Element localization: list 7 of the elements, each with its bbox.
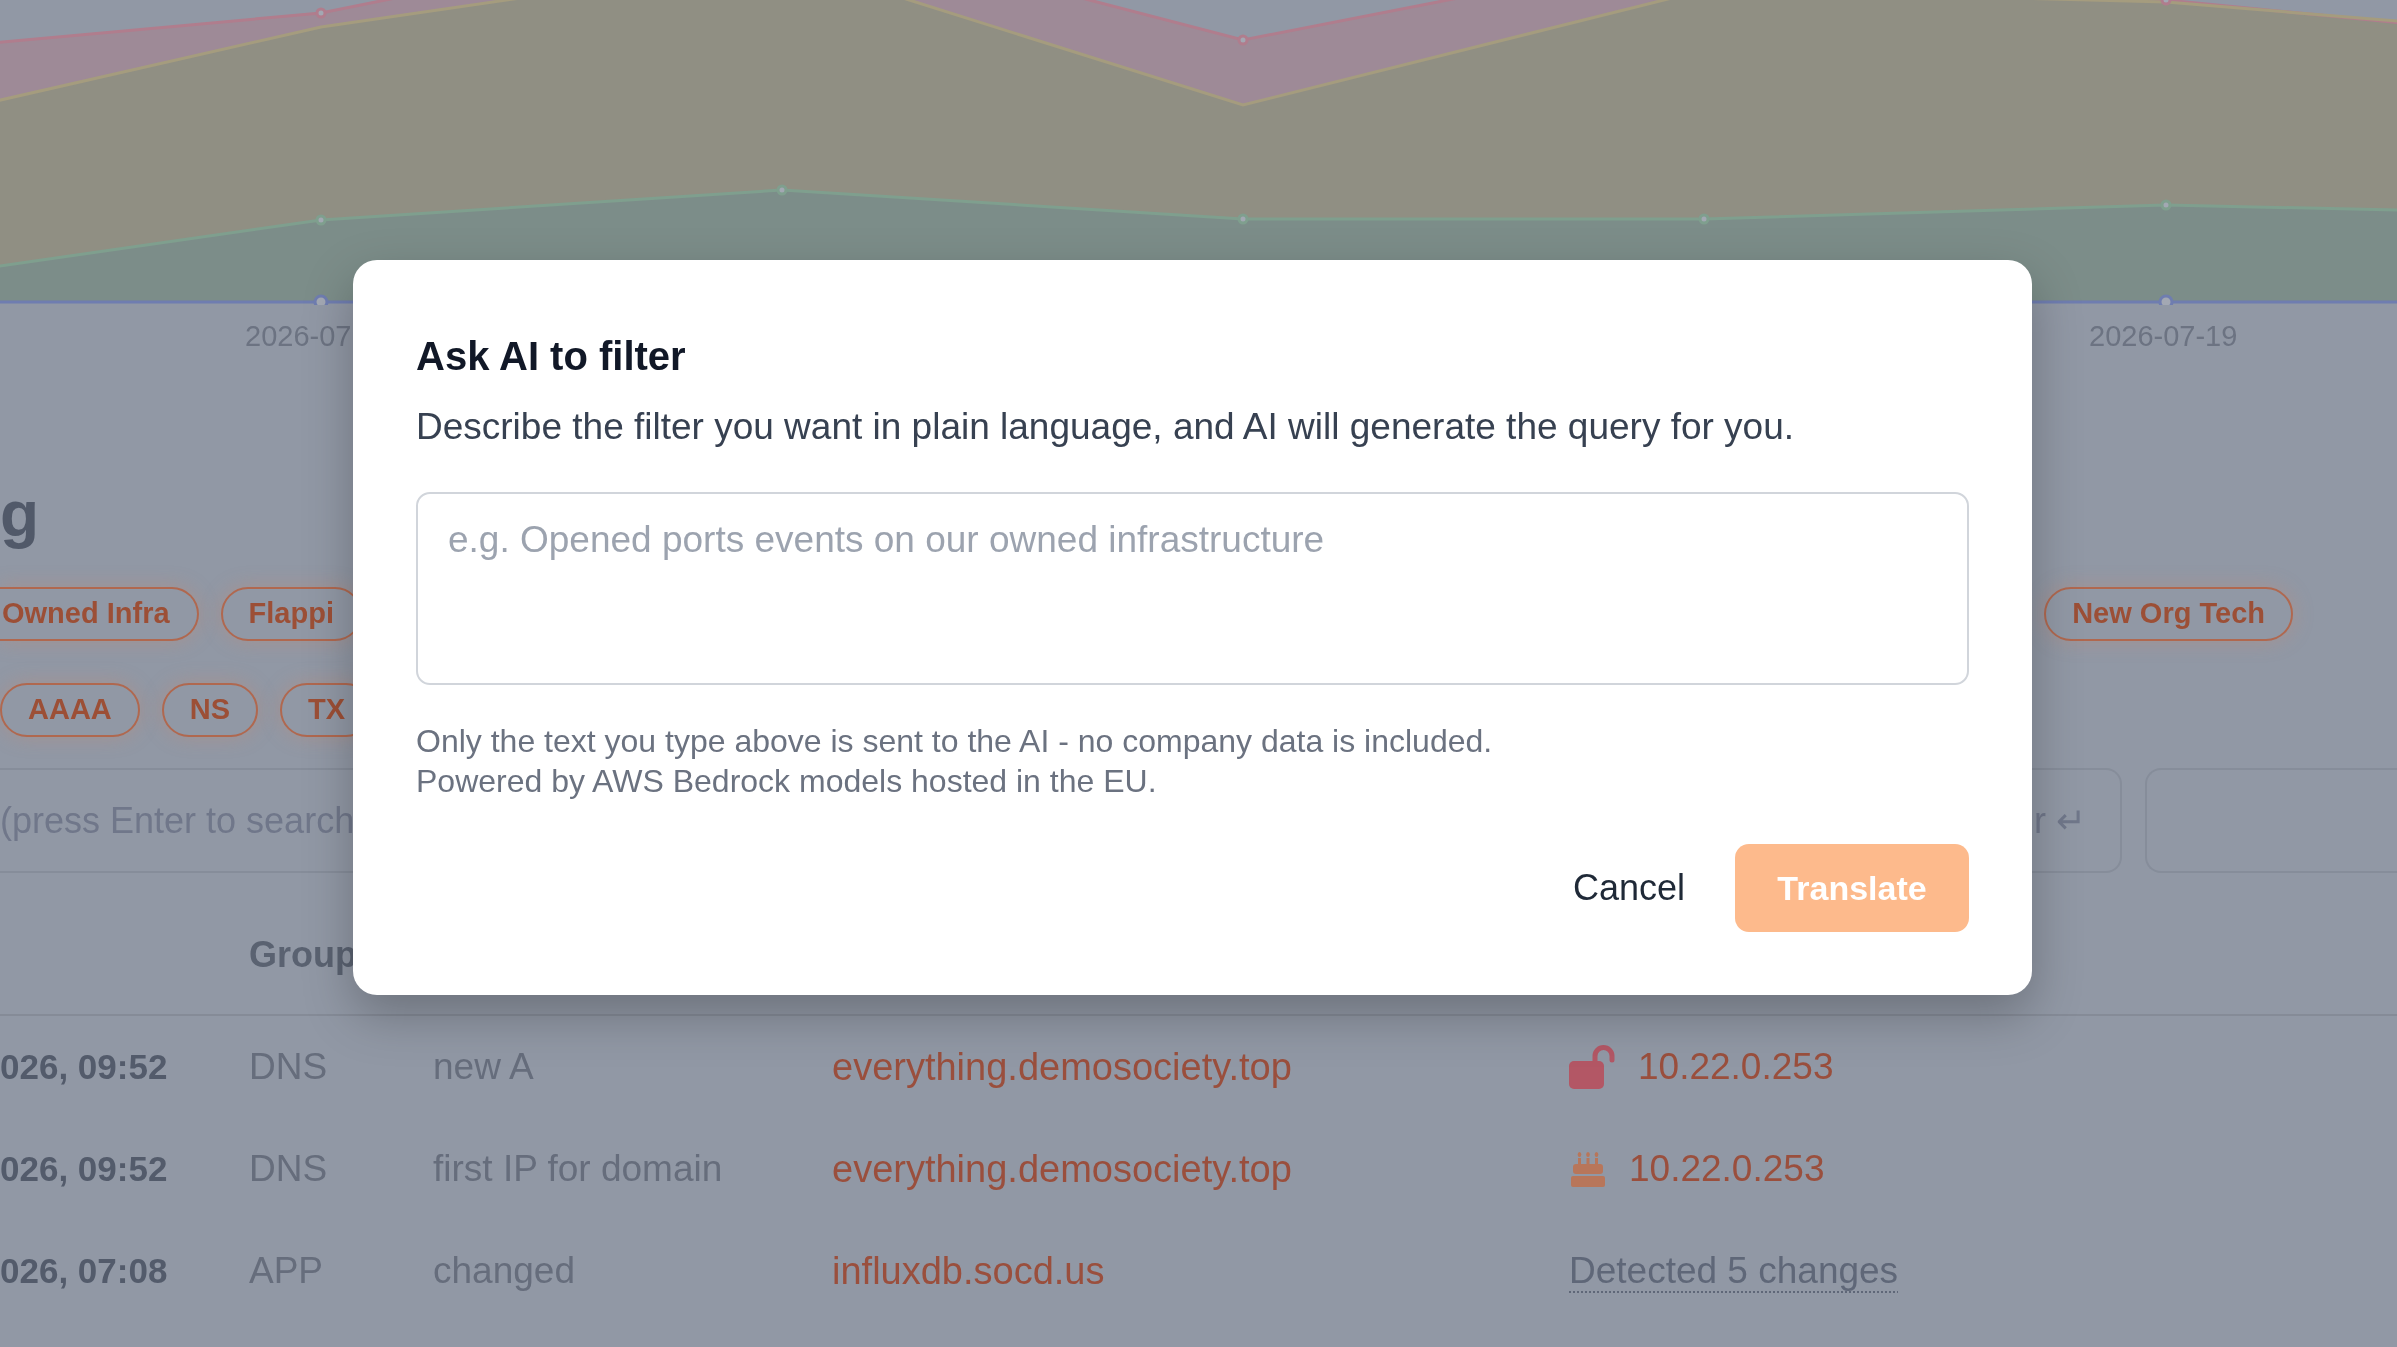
privacy-note: Only the text you type above is sent to the AI - no company data is included. — [416, 722, 1493, 761]
time-cell: 026, 07:08 — [0, 1251, 168, 1291]
time-cell: 026, 09:52 — [0, 1149, 168, 1189]
time-cell: 026, 09:52 — [0, 1047, 168, 1087]
dialog-title: Ask AI to filter — [416, 333, 686, 380]
dialog-description: Describe the filter you want in plain language, and AI will generate the query for you. — [416, 405, 1795, 449]
privacy-note: Powered by AWS Bedrock models hosted in the EU. — [416, 762, 1157, 801]
